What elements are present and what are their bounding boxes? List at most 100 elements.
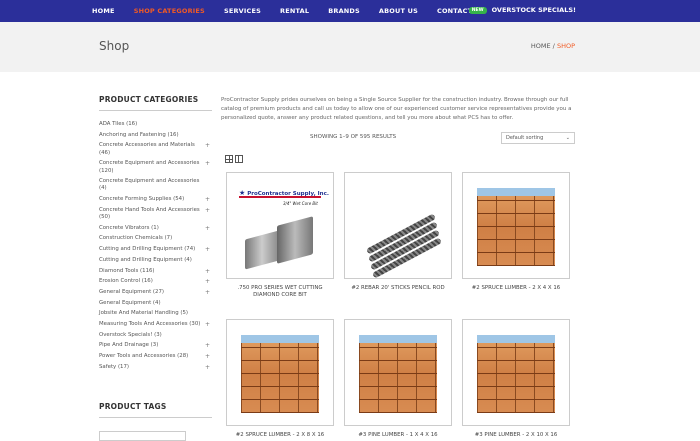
category-item[interactable]: General Equipment (4)	[99, 300, 212, 307]
overstock-specials-link[interactable]: NEW OVERSTOCK SPECIALS!	[468, 6, 576, 14]
category-item[interactable]: Safety (17) +	[99, 364, 212, 371]
category-label[interactable]: Cutting and Drilling Equipment (74)	[99, 246, 195, 252]
nav-home[interactable]: HOME	[92, 7, 115, 15]
category-label[interactable]: Jobsite And Material Handling (5)	[99, 310, 188, 316]
category-label[interactable]: Pipe And Drainage (3)	[99, 342, 158, 348]
category-label[interactable]: Anchoring and Fastening (16)	[99, 132, 179, 138]
nav-about-us[interactable]: ABOUT US	[379, 7, 418, 15]
product-image-core-bit[interactable]: ★ ProContractor Supply, Inc. 3/4" Wet Co…	[226, 172, 334, 279]
category-label[interactable]: ADA Tiles (16)	[99, 121, 137, 127]
category-label[interactable]: General Equipment (27)	[99, 289, 164, 295]
expand-plus-icon[interactable]: +	[205, 364, 210, 371]
product-name[interactable]: .750 PRO SERIES WET CUTTING DIAMOND CORE…	[226, 285, 334, 298]
category-label[interactable]: Concrete Equipment and Accessories (4)	[99, 178, 199, 191]
category-label[interactable]: Measuring Tools And Accessories (30)	[99, 321, 200, 327]
product-image-lumber[interactable]	[344, 319, 452, 426]
result-count: SHOWING 1–9 OF 595 RESULTS	[310, 134, 397, 140]
product-card[interactable]: #2 SPRUCE LUMBER - 2 X 4 X 16	[462, 172, 570, 292]
main-menu: HOME SHOP CATEGORIES SERVICES RENTAL BRA…	[92, 0, 504, 22]
expand-plus-icon[interactable]: +	[205, 207, 210, 214]
expand-plus-icon[interactable]: +	[205, 278, 210, 285]
sort-select[interactable]: Default sorting ⌄	[501, 132, 575, 144]
category-label[interactable]: Erosion Control (16)	[99, 278, 153, 284]
expand-plus-icon[interactable]: +	[205, 196, 210, 203]
expand-plus-icon[interactable]: +	[205, 246, 210, 253]
lumber-picture	[477, 335, 555, 413]
expand-plus-icon[interactable]: +	[205, 353, 210, 360]
category-item[interactable]: Concrete Hand Tools And Accessories (50)…	[99, 207, 212, 221]
product-name[interactable]: #2 REBAR 20' STICKS PENCIL ROD	[344, 285, 452, 292]
category-label[interactable]: Overstock Specials! (3)	[99, 332, 162, 338]
category-label[interactable]: Power Tools and Accessories (28)	[99, 353, 188, 359]
product-tags-box[interactable]	[99, 431, 186, 441]
product-card[interactable]: #2 SPRUCE LUMBER - 2 X 8 X 16	[226, 319, 334, 439]
expand-plus-icon[interactable]: +	[205, 342, 210, 349]
product-card[interactable]: ★ ProContractor Supply, Inc. 3/4" Wet Co…	[226, 172, 334, 298]
nav-services[interactable]: SERVICES	[224, 7, 261, 15]
grid-view-icon[interactable]	[225, 155, 233, 163]
breadcrumb: HOME / SHOP	[531, 42, 575, 50]
lumber-picture	[241, 335, 319, 413]
core-bit-picture	[245, 216, 315, 270]
category-item[interactable]: ADA Tiles (16)	[99, 121, 212, 128]
product-image-lumber[interactable]	[462, 319, 570, 426]
category-item[interactable]: Cutting and Drilling Equipment (74) +	[99, 246, 212, 253]
category-list: ADA Tiles (16) Anchoring and Fastening (1…	[99, 121, 212, 371]
product-image-rebar[interactable]	[344, 172, 452, 279]
product-card[interactable]: #3 PINE LUMBER - 2 X 10 X 16	[462, 319, 570, 439]
category-label[interactable]: Concrete Accessories and Materials (46)	[99, 142, 195, 155]
category-item[interactable]: Construction Chemicals (7)	[99, 235, 212, 242]
category-item[interactable]: Cutting and Drilling Equipment (4)	[99, 257, 212, 264]
product-tags-title: PRODUCT TAGS	[99, 402, 212, 418]
category-label[interactable]: General Equipment (4)	[99, 300, 161, 306]
category-item[interactable]: Overstock Specials! (3)	[99, 332, 212, 339]
expand-plus-icon[interactable]: +	[205, 289, 210, 296]
nav-brands[interactable]: BRANDS	[328, 7, 360, 15]
category-item[interactable]: Concrete Forming Supplies (54) +	[99, 196, 212, 203]
category-item[interactable]: Pipe And Drainage (3) +	[99, 342, 212, 349]
breadcrumb-home[interactable]: HOME	[531, 42, 551, 50]
category-item[interactable]: Power Tools and Accessories (28) +	[99, 353, 212, 360]
category-item[interactable]: General Equipment (27) +	[99, 289, 212, 296]
list-view-icon[interactable]	[235, 155, 243, 163]
page-header: Shop HOME / SHOP	[0, 22, 700, 72]
expand-plus-icon[interactable]: +	[205, 225, 210, 232]
category-label[interactable]: Cutting and Drilling Equipment (4)	[99, 257, 192, 263]
category-item[interactable]: Measuring Tools And Accessories (30) +	[99, 321, 212, 328]
category-item[interactable]: Concrete Vibrators (1) +	[99, 225, 212, 232]
category-item[interactable]: Jobsite And Material Handling (5)	[99, 310, 212, 317]
product-card[interactable]: #3 PINE LUMBER - 1 X 4 X 16	[344, 319, 452, 439]
product-name[interactable]: #2 SPRUCE LUMBER - 2 X 4 X 16	[462, 285, 570, 292]
category-label[interactable]: Safety (17)	[99, 364, 129, 370]
category-item[interactable]: Concrete Equipment and Accessories (4)	[99, 178, 212, 192]
page-title: Shop	[99, 39, 130, 53]
category-item[interactable]: Diamond Tools (116) +	[99, 268, 212, 275]
product-image-lumber[interactable]	[226, 319, 334, 426]
nav-rental[interactable]: RENTAL	[280, 7, 309, 15]
category-label[interactable]: Diamond Tools (116)	[99, 268, 155, 274]
product-name[interactable]: #3 PINE LUMBER - 2 X 10 X 16	[462, 432, 570, 439]
expand-plus-icon[interactable]: +	[205, 142, 210, 149]
nav-shop-categories[interactable]: SHOP CATEGORIES	[134, 7, 205, 15]
product-card[interactable]: #2 REBAR 20' STICKS PENCIL ROD	[344, 172, 452, 292]
product-image-lumber[interactable]	[462, 172, 570, 279]
category-label[interactable]: Construction Chemicals (7)	[99, 235, 172, 241]
expand-plus-icon[interactable]: +	[205, 321, 210, 328]
product-name[interactable]: #2 SPRUCE LUMBER - 2 X 8 X 16	[226, 432, 334, 439]
expand-plus-icon[interactable]: +	[205, 268, 210, 275]
expand-plus-icon[interactable]: +	[205, 160, 210, 167]
category-label[interactable]: Concrete Equipment and Accessories (120)	[99, 160, 199, 173]
category-item[interactable]: Anchoring and Fastening (16)	[99, 132, 212, 139]
breadcrumb-current: SHOP	[556, 42, 575, 50]
product-categories-title: PRODUCT CATEGORIES	[99, 95, 212, 111]
category-item[interactable]: Concrete Equipment and Accessories (120)…	[99, 160, 212, 174]
shop-intro-text: ProContractor Supply prides ourselves on…	[221, 97, 572, 121]
product-name[interactable]: #3 PINE LUMBER - 1 X 4 X 16	[344, 432, 452, 439]
category-label[interactable]: Concrete Vibrators (1)	[99, 225, 159, 231]
category-label[interactable]: Concrete Hand Tools And Accessories (50)	[99, 207, 200, 220]
category-item[interactable]: Erosion Control (16) +	[99, 278, 212, 285]
category-label[interactable]: Concrete Forming Supplies (54)	[99, 196, 184, 202]
category-item[interactable]: Concrete Accessories and Materials (46) +	[99, 142, 212, 156]
top-navigation: HOME SHOP CATEGORIES SERVICES RENTAL BRA…	[0, 0, 700, 22]
sort-select-value: Default sorting	[506, 135, 544, 141]
